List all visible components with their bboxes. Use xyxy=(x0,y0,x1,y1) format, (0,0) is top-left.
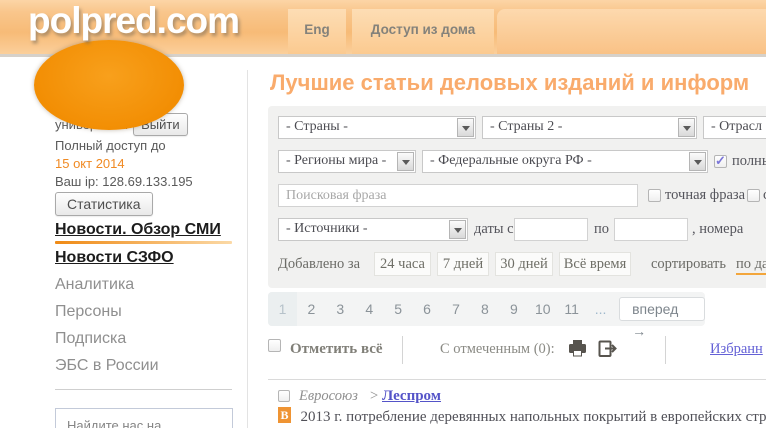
logo-dome xyxy=(34,40,184,130)
tab-home-access[interactable]: Доступ из дома xyxy=(352,9,494,54)
page-link[interactable]: 11 xyxy=(557,292,586,326)
access-label: Полный доступ до xyxy=(55,137,235,155)
mark-all-label: Отметить всё xyxy=(290,341,383,358)
search-input[interactable] xyxy=(278,184,638,207)
content-rule xyxy=(268,379,766,380)
separator xyxy=(402,336,403,364)
page-link[interactable]: 7 xyxy=(442,292,471,326)
sort-by-date-link[interactable]: по да xyxy=(736,256,766,275)
industries-select[interactable]: - Отрасл xyxy=(703,116,766,139)
page-link[interactable]: 9 xyxy=(499,292,528,326)
article-headline[interactable]: 2013 г. потребление деревянных напольных… xyxy=(300,409,766,425)
dropdown-arrow-icon xyxy=(449,220,466,239)
page-link[interactable]: 10 xyxy=(528,292,557,326)
page-link[interactable]: 3 xyxy=(326,292,355,326)
page-link[interactable]: 5 xyxy=(384,292,413,326)
countries2-select[interactable]: - Страны 2 - xyxy=(482,116,697,139)
article-section-link[interactable]: Леспром xyxy=(382,388,441,405)
dropdown-arrow-icon xyxy=(689,152,706,171)
exact-phrase-label: точная фраза xyxy=(665,187,745,204)
ip-address: Ваш ip: 128.69.133.195 xyxy=(55,173,235,191)
dropdown-arrow-icon xyxy=(397,152,414,171)
access-info: Полный доступ до 15 окт 2014 Ваш ip: 128… xyxy=(55,137,235,191)
sidebar-divider xyxy=(55,389,232,390)
page-title: Лучшие статьи деловых изданий и информ xyxy=(270,70,749,96)
sidebar-item-ebs-russia[interactable]: ЭБС в России xyxy=(55,356,235,376)
sidebar-item-persons[interactable]: Персоны xyxy=(55,302,235,322)
export-icon[interactable] xyxy=(598,340,618,363)
breadcrumb-separator: > xyxy=(370,388,378,405)
date-from-label: даты с xyxy=(474,221,514,238)
site-logo[interactable]: polpred.com xyxy=(28,0,239,42)
filter-row-1: - Страны - - Страны 2 - - Отрасл xyxy=(268,116,766,140)
world-regions-select[interactable]: - Регионы мира - xyxy=(278,150,416,173)
article-checkbox[interactable] xyxy=(278,390,290,402)
countries-select[interactable]: - Страны - xyxy=(278,116,476,139)
pagination: 1 2 3 4 5 6 7 8 9 10 11 ... вперед → xyxy=(268,292,705,326)
sidebar: Санкт-Петербургский государственный унив… xyxy=(55,75,235,428)
favorites-link[interactable]: Избранн xyxy=(710,341,763,358)
content-divider xyxy=(247,70,248,428)
active-item-underline xyxy=(55,241,232,244)
added-label: Добавлено за xyxy=(278,256,360,273)
sidebar-item-analytics[interactable]: Аналитика xyxy=(55,275,235,295)
sort-label: сортировать xyxy=(651,256,726,273)
period-24h-button[interactable]: 24 часа xyxy=(374,252,431,276)
page-link[interactable]: 6 xyxy=(413,292,442,326)
period-all-button[interactable]: Всё время xyxy=(559,252,631,276)
filter-row-4: - Источники - даты с по , номера xyxy=(268,218,766,242)
federal-districts-select[interactable]: - Федеральные округа РФ - xyxy=(422,150,708,173)
sidebar-item-news-smi[interactable]: Новости. Обзор СМИ xyxy=(55,220,235,240)
dropdown-arrow-icon xyxy=(678,118,695,137)
filter-row-3: точная фраза с xyxy=(268,184,766,208)
period-30d-button[interactable]: 30 дней xyxy=(495,252,553,276)
full-text-checkbox[interactable] xyxy=(714,155,727,168)
main-content: Лучшие статьи деловых изданий и информ -… xyxy=(268,66,766,428)
article-category: Евросоюз xyxy=(299,388,358,405)
filter-panel: - Страны - - Страны 2 - - Отрасл - Регио… xyxy=(268,106,766,288)
with-marked-label: С отмеченным (0): xyxy=(440,341,555,358)
sources-select[interactable]: - Источники - xyxy=(278,218,468,241)
date-from-input[interactable] xyxy=(514,218,588,241)
separator xyxy=(665,336,666,364)
period-7d-button[interactable]: 7 дней xyxy=(437,252,489,276)
exact-phrase-checkbox[interactable] xyxy=(648,189,661,202)
access-date: 15 окт 2014 xyxy=(55,155,235,173)
sidebar-item-news-szfo[interactable]: Новости СЗФО xyxy=(55,248,235,268)
sidebar-item-subscription[interactable]: Подписка xyxy=(55,329,235,349)
article-headline-row: В 2013 г. потребление деревянных напольн… xyxy=(278,407,766,426)
full-text-label: полны xyxy=(732,153,766,170)
page-link[interactable]: 4 xyxy=(355,292,384,326)
page-1-current: 1 xyxy=(268,292,297,326)
header: polpred.com Eng Доступ из дома xyxy=(0,0,766,57)
numbers-label: , номера xyxy=(692,221,743,238)
tab-eng[interactable]: Eng xyxy=(288,9,346,54)
sidebar-nav: Новости. Обзор СМИ Новости СЗФО Аналитик… xyxy=(55,220,235,376)
date-to-input[interactable] xyxy=(614,218,688,241)
actions-row: Отметить всё С отмеченным (0): Избранн xyxy=(268,338,766,368)
filter-row-2: - Регионы мира - - Федеральные округа РФ… xyxy=(268,150,766,174)
dropdown-arrow-icon xyxy=(457,118,474,137)
statistics-button[interactable]: Статистика xyxy=(55,192,153,216)
mark-all-checkbox[interactable] xyxy=(268,339,281,352)
print-icon[interactable] xyxy=(568,340,588,362)
next-page-button[interactable]: вперед → xyxy=(619,297,705,321)
page: polpred.com Eng Доступ из дома Санкт-Пет… xyxy=(0,0,766,428)
page-ellipsis: ... xyxy=(586,292,615,326)
second-checkbox[interactable] xyxy=(747,189,760,202)
page-link[interactable]: 8 xyxy=(470,292,499,326)
page-link[interactable]: 2 xyxy=(297,292,326,326)
source-badge: В xyxy=(278,407,291,423)
filter-row-5: Добавлено за 24 часа 7 дней 30 дней Всё … xyxy=(268,252,766,276)
header-band xyxy=(497,9,766,54)
facebook-widget[interactable]: Найдите нас на Facebook xyxy=(55,408,233,428)
date-to-label: по xyxy=(594,221,609,238)
